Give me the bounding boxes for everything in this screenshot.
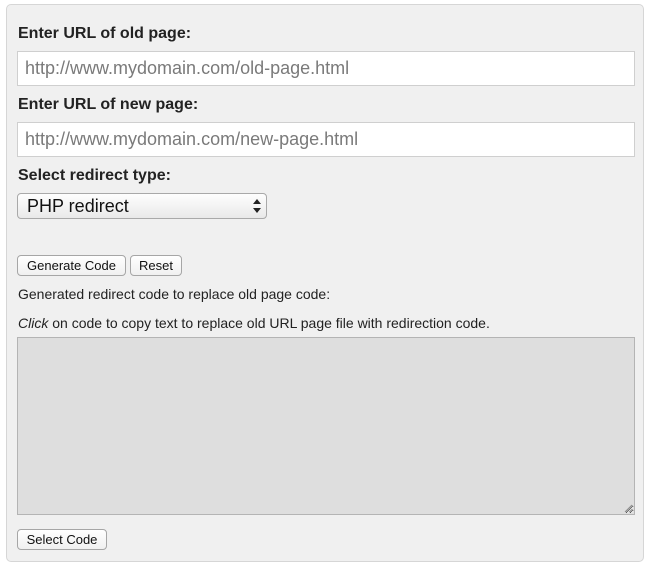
redirect-generator-panel: Enter URL of old page: Enter URL of new … — [6, 4, 644, 562]
generated-code-textarea[interactable] — [17, 337, 635, 515]
old-url-input[interactable] — [17, 51, 635, 86]
select-code-button[interactable]: Select Code — [17, 529, 107, 550]
output-heading: Generated redirect code to replace old p… — [18, 286, 331, 302]
generate-code-button[interactable]: Generate Code — [17, 255, 126, 276]
reset-button[interactable]: Reset — [130, 255, 182, 276]
resize-grip-icon[interactable] — [624, 504, 633, 513]
new-url-label: Enter URL of new page: — [18, 96, 199, 113]
up-down-arrows-icon — [253, 199, 261, 213]
redirect-type-selected-value: PHP redirect — [27, 196, 129, 216]
copy-hint: Click on code to copy text to replace ol… — [18, 315, 490, 331]
new-url-input[interactable] — [17, 122, 635, 157]
copy-hint-text: on code to copy text to replace old URL … — [48, 315, 490, 331]
copy-hint-emphasis: Click — [18, 315, 49, 331]
redirect-type-label: Select redirect type: — [18, 167, 171, 184]
old-url-label: Enter URL of old page: — [18, 25, 192, 42]
redirect-type-select[interactable]: PHP redirect — [17, 193, 267, 219]
